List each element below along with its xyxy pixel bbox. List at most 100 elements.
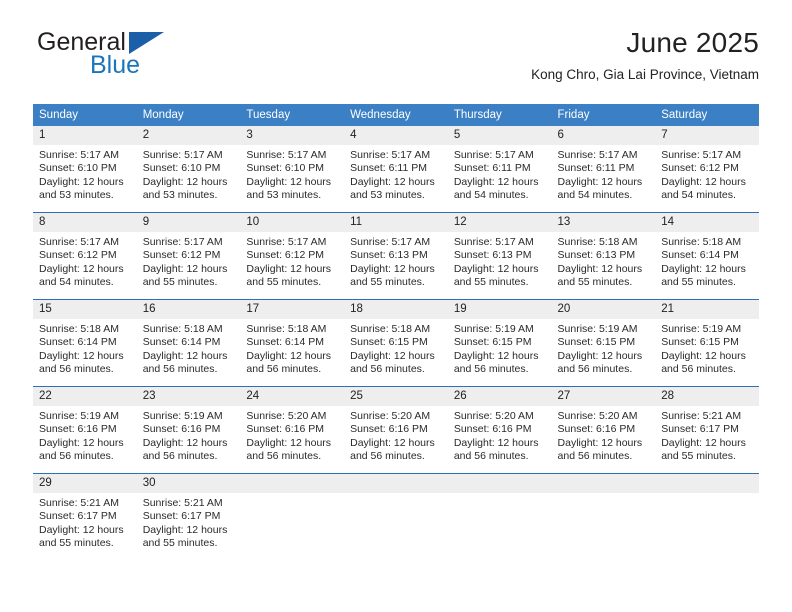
calendar-day-cell[interactable]: 19 Sunrise: 5:19 AM Sunset: 6:15 PM Dayligh… bbox=[447, 299, 552, 387]
sunset-text: Sunset: 6:11 PM bbox=[453, 162, 531, 175]
calendar-day-cell[interactable]: 30 Sunrise: 5:21 AM Sunset: 6:17 PM Dayligh… bbox=[136, 473, 241, 560]
calendar-table: Sunday Monday Tuesday Wednesday Thursday… bbox=[33, 104, 759, 560]
day-number bbox=[655, 474, 759, 493]
calendar-day-cell[interactable]: 20 Sunrise: 5:19 AM Sunset: 6:15 PM Dayligh… bbox=[551, 299, 656, 387]
calendar-day-cell[interactable]: 29 Sunrise: 5:21 AM Sunset: 6:17 PM Dayligh… bbox=[33, 473, 137, 560]
sunset-text: Sunset: 6:15 PM bbox=[453, 336, 532, 349]
calendar-empty-cell bbox=[551, 473, 656, 560]
calendar-day-cell[interactable]: 12 Sunrise: 5:17 AM Sunset: 6:13 PM Dayligh… bbox=[447, 212, 552, 300]
day-details: Sunrise: 5:20 AM Sunset: 6:16 PM Daylight:… bbox=[344, 406, 448, 473]
daylight-text: Daylight: 12 hours and 56 minutes. bbox=[557, 349, 643, 376]
title-block: June 2025 Kong Chro, Gia Lai Province, V… bbox=[531, 27, 759, 83]
calendar-week-row: 22 Sunrise: 5:19 AM Sunset: 6:16 PM Dayligh… bbox=[33, 386, 759, 474]
calendar-day-cell[interactable]: 8 Sunrise: 5:17 AM Sunset: 6:12 PM Daylight… bbox=[33, 212, 137, 300]
sunset-text: Sunset: 6:17 PM bbox=[661, 423, 739, 436]
calendar-day-cell[interactable]: 13 Sunrise: 5:18 AM Sunset: 6:13 PM Dayligh… bbox=[551, 212, 656, 300]
sunset-text: Sunset: 6:13 PM bbox=[350, 249, 428, 262]
calendar-day-cell[interactable]: 17 Sunrise: 5:18 AM Sunset: 6:14 PM Dayligh… bbox=[240, 299, 345, 387]
calendar-day-cell[interactable]: 16 Sunrise: 5:18 AM Sunset: 6:14 PM Dayligh… bbox=[136, 299, 241, 387]
daylight-text: Daylight: 12 hours and 53 minutes. bbox=[246, 175, 332, 202]
daylight-text: Daylight: 12 hours and 55 minutes. bbox=[39, 523, 124, 550]
day-number: 29 bbox=[33, 474, 137, 493]
sunrise-text: Sunrise: 5:17 AM bbox=[39, 149, 119, 161]
sunrise-text: Sunrise: 5:20 AM bbox=[350, 410, 431, 422]
calendar-day-cell[interactable]: 28 Sunrise: 5:21 AM Sunset: 6:17 PM Dayligh… bbox=[655, 386, 759, 474]
day-details: Sunrise: 5:21 AM Sunset: 6:17 PM Daylight:… bbox=[655, 406, 759, 473]
sunrise-text: Sunrise: 5:19 AM bbox=[453, 323, 534, 335]
day-details: Sunrise: 5:18 AM Sunset: 6:14 PM Daylight:… bbox=[33, 319, 137, 386]
day-number: 17 bbox=[240, 300, 345, 319]
calendar-empty-cell bbox=[447, 473, 552, 560]
sunrise-text: Sunrise: 5:17 AM bbox=[39, 236, 119, 248]
sunset-text: Sunset: 6:17 PM bbox=[39, 510, 117, 523]
day-number: 18 bbox=[344, 300, 448, 319]
calendar-day-cell[interactable]: 10 Sunrise: 5:17 AM Sunset: 6:12 PM Dayligh… bbox=[240, 212, 345, 300]
day-details: Sunrise: 5:18 AM Sunset: 6:14 PM Daylight:… bbox=[136, 319, 241, 386]
calendar-day-cell[interactable]: 3 Sunrise: 5:17 AM Sunset: 6:10 PM Daylight… bbox=[240, 126, 345, 213]
day-details bbox=[655, 493, 759, 560]
calendar-day-cell[interactable]: 15 Sunrise: 5:18 AM Sunset: 6:14 PM Dayligh… bbox=[33, 299, 137, 387]
daylight-text: Daylight: 12 hours and 54 minutes. bbox=[557, 175, 643, 202]
day-number: 16 bbox=[136, 300, 241, 319]
day-number: 8 bbox=[33, 213, 137, 232]
calendar-day-cell[interactable]: 4 Sunrise: 5:17 AM Sunset: 6:11 PM Daylight… bbox=[344, 126, 448, 213]
calendar-day-cell[interactable]: 27 Sunrise: 5:20 AM Sunset: 6:16 PM Dayligh… bbox=[551, 386, 656, 474]
sunrise-text: Sunrise: 5:20 AM bbox=[246, 410, 327, 422]
sunset-text: Sunset: 6:14 PM bbox=[661, 249, 739, 262]
day-number: 7 bbox=[655, 126, 759, 145]
daylight-text: Daylight: 12 hours and 56 minutes. bbox=[246, 436, 332, 463]
calendar-day-cell[interactable]: 11 Sunrise: 5:17 AM Sunset: 6:13 PM Dayligh… bbox=[344, 212, 448, 300]
weekday-header-saturday: Saturday bbox=[655, 104, 759, 126]
sunrise-text: Sunrise: 5:18 AM bbox=[39, 323, 119, 335]
calendar-day-cell[interactable]: 6 Sunrise: 5:17 AM Sunset: 6:11 PM Daylight… bbox=[551, 126, 656, 213]
daylight-text: Daylight: 12 hours and 55 minutes. bbox=[246, 262, 332, 289]
calendar-day-cell[interactable]: 26 Sunrise: 5:20 AM Sunset: 6:16 PM Dayligh… bbox=[447, 386, 552, 474]
calendar-day-cell[interactable]: 18 Sunrise: 5:18 AM Sunset: 6:15 PM Dayligh… bbox=[344, 299, 448, 387]
day-number bbox=[447, 474, 552, 493]
sunrise-text: Sunrise: 5:18 AM bbox=[246, 323, 327, 335]
sunset-text: Sunset: 6:13 PM bbox=[453, 249, 532, 262]
page-header: General Blue June 2025 Kong Chro, Gia La… bbox=[33, 27, 759, 98]
calendar-day-cell[interactable]: 22 Sunrise: 5:19 AM Sunset: 6:16 PM Dayligh… bbox=[33, 386, 137, 474]
calendar-week-row: 8 Sunrise: 5:17 AM Sunset: 6:12 PM Daylight… bbox=[33, 212, 759, 300]
sunrise-text: Sunrise: 5:21 AM bbox=[142, 497, 223, 509]
calendar-empty-cell bbox=[655, 473, 759, 560]
daylight-text: Daylight: 12 hours and 55 minutes. bbox=[557, 262, 643, 289]
sunset-text: Sunset: 6:14 PM bbox=[142, 336, 221, 349]
calendar-day-cell[interactable]: 2 Sunrise: 5:17 AM Sunset: 6:10 PM Daylight… bbox=[136, 126, 241, 213]
calendar-day-cell[interactable]: 23 Sunrise: 5:19 AM Sunset: 6:16 PM Dayligh… bbox=[136, 386, 241, 474]
sunset-text: Sunset: 6:15 PM bbox=[350, 336, 428, 349]
day-number: 12 bbox=[447, 213, 552, 232]
daylight-text: Daylight: 12 hours and 56 minutes. bbox=[453, 349, 539, 376]
calendar-day-cell[interactable]: 1 Sunrise: 5:17 AM Sunset: 6:10 PM Daylight… bbox=[33, 126, 137, 213]
daylight-text: Daylight: 12 hours and 56 minutes. bbox=[39, 349, 124, 376]
day-number: 19 bbox=[447, 300, 552, 319]
sunset-text: Sunset: 6:10 PM bbox=[246, 162, 325, 175]
sunset-text: Sunset: 6:17 PM bbox=[142, 510, 221, 523]
sunset-text: Sunset: 6:15 PM bbox=[557, 336, 636, 349]
daylight-text: Daylight: 12 hours and 53 minutes. bbox=[350, 175, 435, 202]
calendar-day-cell[interactable]: 24 Sunrise: 5:20 AM Sunset: 6:16 PM Dayligh… bbox=[240, 386, 345, 474]
calendar-week-row: 15 Sunrise: 5:18 AM Sunset: 6:14 PM Dayligh… bbox=[33, 299, 759, 387]
sunrise-text: Sunrise: 5:17 AM bbox=[350, 236, 431, 248]
sunset-text: Sunset: 6:14 PM bbox=[39, 336, 117, 349]
day-details: Sunrise: 5:19 AM Sunset: 6:16 PM Daylight:… bbox=[136, 406, 241, 473]
calendar-day-cell[interactable]: 25 Sunrise: 5:20 AM Sunset: 6:16 PM Dayligh… bbox=[344, 386, 448, 474]
daylight-text: Daylight: 12 hours and 55 minutes. bbox=[142, 262, 228, 289]
day-number: 24 bbox=[240, 387, 345, 406]
day-details: Sunrise: 5:17 AM Sunset: 6:10 PM Daylight:… bbox=[136, 145, 241, 212]
day-number: 22 bbox=[33, 387, 137, 406]
day-details bbox=[447, 493, 552, 560]
calendar-day-cell[interactable]: 14 Sunrise: 5:18 AM Sunset: 6:14 PM Dayligh… bbox=[655, 212, 759, 300]
calendar-day-cell[interactable]: 9 Sunrise: 5:17 AM Sunset: 6:12 PM Daylight… bbox=[136, 212, 241, 300]
day-details: Sunrise: 5:19 AM Sunset: 6:15 PM Daylight:… bbox=[447, 319, 552, 386]
day-number: 4 bbox=[344, 126, 448, 145]
weekday-header-tuesday: Tuesday bbox=[240, 104, 345, 126]
sunrise-text: Sunrise: 5:17 AM bbox=[453, 149, 534, 161]
calendar-day-cell[interactable]: 5 Sunrise: 5:17 AM Sunset: 6:11 PM Daylight… bbox=[447, 126, 552, 213]
daylight-text: Daylight: 12 hours and 54 minutes. bbox=[453, 175, 539, 202]
calendar-day-cell[interactable]: 7 Sunrise: 5:17 AM Sunset: 6:12 PM Daylight… bbox=[655, 126, 759, 213]
calendar-body: 1 Sunrise: 5:17 AM Sunset: 6:10 PM Daylight… bbox=[33, 126, 759, 560]
calendar-day-cell[interactable]: 21 Sunrise: 5:19 AM Sunset: 6:15 PM Dayligh… bbox=[655, 299, 759, 387]
weekday-header-sunday: Sunday bbox=[33, 104, 137, 126]
